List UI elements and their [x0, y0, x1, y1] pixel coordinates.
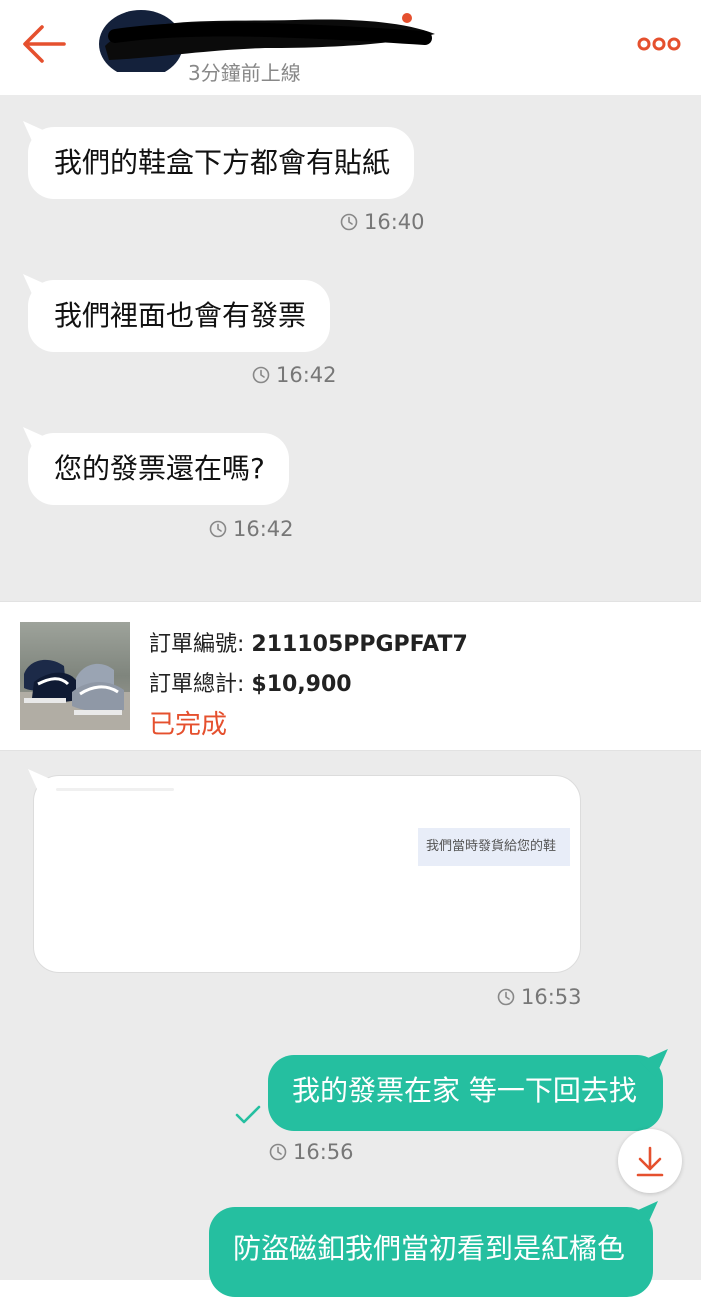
order-number-label: 訂單編號: [149, 632, 252, 657]
incoming-message: 您的發票還在嗎? [28, 433, 289, 505]
product-thumbnail [20, 622, 130, 730]
checkmark-icon [235, 1105, 261, 1124]
clock-icon [252, 366, 270, 384]
chat-messages-area[interactable]: 我們的鞋盒下方都會有貼紙 16:40 我們裡面也會有發票 16:42 您的發票還… [0, 95, 701, 1297]
order-total: 訂單總計: $10,900 [149, 666, 352, 698]
chat-header: 3分鐘前上線 [0, 0, 701, 95]
outgoing-message: 我的發票在家 等一下回去找 [268, 1055, 663, 1131]
clock-icon [340, 213, 358, 231]
back-button[interactable] [20, 22, 68, 66]
order-number: 訂單編號: 211105PPGPFAT7 [149, 626, 468, 658]
clock-icon [269, 1143, 287, 1161]
online-status: 3分鐘前上線 [188, 61, 301, 85]
order-number-value: 211105PPGPFAT7 [251, 632, 468, 657]
image-message[interactable]: 我們當時發貨給您的鞋 [33, 775, 581, 973]
message-text: 您的發票還在嗎? [54, 452, 265, 485]
arrow-left-icon [23, 25, 66, 63]
timestamp-text: 16:53 [521, 985, 582, 1009]
message-timestamp: 16:56 [269, 1140, 354, 1164]
order-total-value: $10,900 [251, 672, 352, 697]
image-divider [56, 788, 174, 791]
more-options-button[interactable] [637, 30, 681, 58]
image-text-snippet: 我們當時發貨給您的鞋 [418, 828, 570, 866]
timestamp-text: 16:42 [276, 363, 337, 387]
message-text: 我們的鞋盒下方都會有貼紙 [54, 146, 391, 179]
timestamp-text: 16:40 [364, 210, 425, 234]
order-total-label: 訂單總計: [149, 672, 252, 697]
order-status: 已完成 [149, 710, 228, 740]
incoming-message: 我們的鞋盒下方都會有貼紙 [28, 127, 415, 199]
timestamp-text: 16:56 [293, 1140, 354, 1164]
outgoing-message: 防盜磁釦我們當初看到是紅橘色 [209, 1207, 654, 1297]
message-timestamp: 16:42 [252, 363, 337, 387]
scroll-to-bottom-button[interactable] [618, 1129, 682, 1193]
timestamp-text: 16:42 [233, 517, 294, 541]
message-text: 我們裡面也會有發票 [54, 299, 307, 332]
message-timestamp: 16:42 [209, 517, 294, 541]
order-card[interactable]: 訂單編號: 211105PPGPFAT7 訂單總計: $10,900 已完成 [0, 601, 701, 751]
clock-icon [497, 988, 515, 1006]
message-timestamp: 16:53 [497, 985, 582, 1009]
more-dots-icon [637, 37, 681, 51]
message-text: 防盜磁釦我們當初看到是紅橘色 [233, 1232, 626, 1265]
incoming-message: 我們裡面也會有發票 [28, 280, 331, 352]
arrow-down-icon [636, 1146, 664, 1177]
clock-icon [209, 520, 227, 538]
message-timestamp: 16:40 [340, 210, 425, 234]
message-text: 我的發票在家 等一下回去找 [292, 1074, 637, 1107]
